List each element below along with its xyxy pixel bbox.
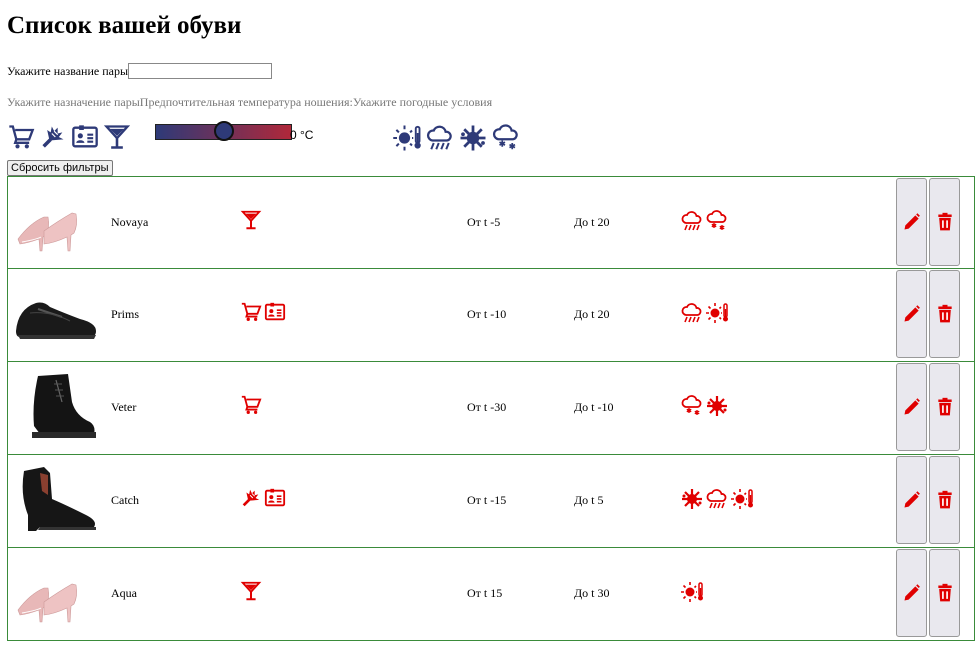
shoe-name: Prims [111,307,140,321]
edit-button[interactable] [896,363,927,451]
filter-hints: Укажите назначение парыПредпочтительная … [7,95,492,110]
shoe-weather-icons [680,209,729,233]
shoe-purpose-icons [240,487,286,509]
pencil-icon [902,583,922,603]
page-title: Список вашей обуви [7,12,242,39]
edit-button[interactable] [896,549,927,637]
temperature-hint: Предпочтительная температура ношения: [139,95,353,109]
name-filter: Укажите название пары [7,63,273,79]
edit-button[interactable] [896,178,927,266]
rain-cloud-icon [705,487,729,511]
temperature-slider[interactable] [155,121,292,141]
snow-cloud-icon[interactable] [491,123,521,153]
shoe-image [10,465,100,535]
temp-from: От t -15 [467,493,507,507]
wind-splash-icon[interactable] [458,123,488,153]
shopping-cart-icon[interactable] [7,123,35,151]
cocktail-glass-icon[interactable] [103,123,131,151]
shoe-row: Catch От t -15 До t 5 [7,455,975,548]
trash-icon [935,212,955,232]
temp-from: От t -30 [467,400,507,414]
shoe-list: Novaya От t -5 До t 20 Prims От t -10 До t 20… [7,176,975,641]
shoe-weather-icons [680,301,729,325]
delete-button[interactable] [929,270,960,358]
delete-button[interactable] [929,178,960,266]
pencil-icon [902,212,922,232]
shoe-image [10,372,100,442]
shoe-row: Aqua От t 15 До t 30 [7,548,975,641]
purpose-hint: Укажите назначение пары [7,95,140,109]
rain-cloud-icon [680,209,704,233]
weather-hint: Укажите погодные условия [352,95,493,109]
pencil-icon [902,490,922,510]
trash-icon [935,583,955,603]
temp-to: До t -10 [574,400,614,414]
wind-splash-icon [680,487,704,511]
weather-filter-group [392,123,521,153]
snow-cloud-icon [680,394,704,418]
delete-button[interactable] [929,549,960,637]
shoe-image [10,279,100,349]
sport-shuttlecock-icon[interactable] [39,123,67,151]
shoe-row: Novaya От t -5 До t 20 [7,176,975,269]
name-filter-input[interactable] [128,63,273,79]
shoe-weather-icons [680,580,704,604]
trash-icon [935,304,955,324]
temp-to: До t 20 [574,307,610,321]
sun-thermometer-icon[interactable] [392,123,422,153]
purpose-filter-group [7,123,131,151]
cocktail-glass-icon [240,209,262,231]
shoe-purpose-icons [240,209,262,231]
shoe-purpose-icons [240,394,262,416]
pencil-icon [902,304,922,324]
shoe-purpose-icons [240,301,286,323]
cocktail-glass-icon [240,580,262,602]
edit-button[interactable] [896,270,927,358]
pencil-icon [902,397,922,417]
snow-cloud-icon [705,209,729,233]
shoe-name: Aqua [111,586,137,600]
shopping-cart-icon [240,301,262,323]
shoe-row: Veter От t -30 До t -10 [7,362,975,455]
rain-cloud-icon [680,301,704,325]
temperature-slider-knob[interactable] [213,121,234,141]
shoe-purpose-icons [240,580,262,602]
sun-thermometer-icon [680,580,704,604]
sun-thermometer-icon [705,301,729,325]
trash-icon [935,397,955,417]
id-card-icon [264,301,286,323]
shoe-weather-icons [680,487,754,511]
reset-filters-button[interactable]: Сбросить фильтры [7,160,113,176]
temp-from: От t -10 [467,307,507,321]
sun-thermometer-icon [730,487,754,511]
shoe-image [10,187,100,257]
temperature-value: 0 °C [290,128,314,142]
temp-to: До t 20 [574,215,610,229]
temp-from: От t -5 [467,215,501,229]
shopping-cart-icon [240,394,262,416]
shoe-weather-icons [680,394,729,418]
id-card-icon[interactable] [71,123,99,151]
shoe-image [10,558,100,628]
temp-from: От t 15 [467,586,503,600]
shoe-name: Catch [111,493,139,507]
sport-shuttlecock-icon [240,487,262,509]
delete-button[interactable] [929,456,960,544]
wind-splash-icon [705,394,729,418]
shoe-row: Prims От t -10 До t 20 [7,269,975,362]
temp-to: До t 30 [574,586,610,600]
shoe-name: Novaya [111,215,149,229]
shoe-name: Veter [111,400,137,414]
rain-cloud-icon[interactable] [425,123,455,153]
trash-icon [935,490,955,510]
temp-to: До t 5 [574,493,604,507]
id-card-icon [264,487,286,509]
delete-button[interactable] [929,363,960,451]
name-filter-label: Укажите название пары [7,63,129,78]
edit-button[interactable] [896,456,927,544]
